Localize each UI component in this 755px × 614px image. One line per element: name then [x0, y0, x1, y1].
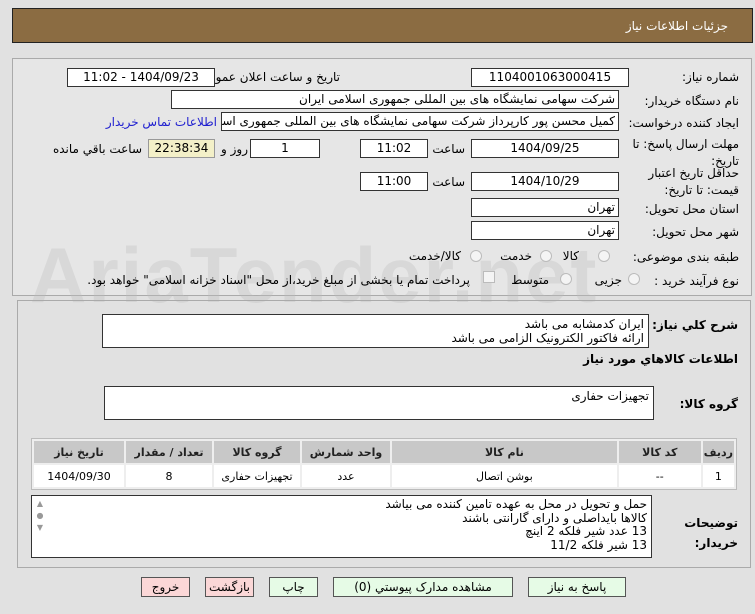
cell-unit: عدد: [302, 465, 390, 487]
notes-line: کالاها بایداصلی و دارای گارانتی باشند: [462, 510, 647, 525]
view-attachments-button[interactable]: مشاهده مدارک پیوستي (0): [333, 577, 513, 597]
cell-date: 1404/09/30: [34, 465, 124, 487]
notes-line: حمل و تحویل در محل به عهده تامین کننده م…: [385, 497, 647, 511]
col-name: نام کالا: [392, 441, 617, 463]
province-label: استان محل تحویل:: [644, 202, 739, 216]
city-field[interactable]: تهران: [471, 221, 619, 240]
buyer-contact-link[interactable]: اطلاعات تماس خریدار: [106, 115, 217, 129]
description-line: ارائه فاکتور الکترونیک الزامی می باشد: [451, 331, 644, 345]
deadline-date-field[interactable]: 1404/09/25: [471, 139, 619, 158]
col-group: گروه کالا: [214, 441, 300, 463]
goods-group-textarea[interactable]: تجهیزات حفاری: [104, 386, 654, 420]
exit-button[interactable]: خروج: [141, 577, 190, 597]
announce-field[interactable]: 1404/09/23 - 11:02: [67, 68, 215, 87]
reply-button[interactable]: پاسخ به نیاز: [528, 577, 626, 597]
need-number-field[interactable]: 1104001063000415: [471, 68, 629, 87]
goods-group-label: گروه کالا:: [679, 397, 738, 411]
cell-code: --: [618, 465, 701, 487]
goods-table-wrap: ردیف کد کالا نام کالا واحد شمارش گروه کا…: [31, 438, 737, 490]
process-option-medium: متوسط: [511, 273, 549, 287]
category-option-both: کالا/خدمت: [408, 249, 461, 263]
category-label: طبقه بندی موضوعی:: [632, 250, 739, 264]
validity-time-field[interactable]: 11:00: [360, 172, 428, 191]
validity-label: حداقل تاریخ اعتبار قیمت: تا تاریخ:: [648, 166, 739, 197]
validity-time-label: ساعت: [432, 175, 465, 189]
deadline-time-field[interactable]: 11:02: [360, 139, 428, 158]
cell-qty: 8: [126, 465, 212, 487]
table-row: 1 -- بوشن اتصال عدد تجهیزات حفاری 8 1404…: [34, 465, 734, 487]
category-radio-service[interactable]: [540, 250, 552, 262]
creator-label: ایجاد کننده درخواست:: [628, 116, 739, 130]
cell-name: بوشن اتصال: [392, 465, 617, 487]
category-radio-goods[interactable]: [598, 250, 610, 262]
process-radio-minor[interactable]: [628, 273, 640, 285]
cell-row: 1: [702, 465, 734, 487]
description-line: ایران کدمشابه می باشد: [524, 317, 644, 331]
notes-scrollbar[interactable]: ▲ ● ▼: [34, 498, 46, 538]
cell-group: تجهیزات حفاری: [214, 465, 300, 487]
description-textarea[interactable]: ایران کدمشابه می باشد ارائه فاکتور الکتر…: [102, 314, 649, 348]
print-button[interactable]: چاپ: [269, 577, 318, 597]
col-unit: واحد شمارش: [302, 441, 390, 463]
need-number-label: شماره نیاز:: [682, 70, 739, 84]
remaining-time-field: 22:38:34: [148, 139, 215, 158]
process-option-minor: جزیی: [594, 273, 622, 287]
page-header: جزئيات اطلاعات نیاز: [12, 8, 753, 43]
days-label: روز و: [221, 142, 248, 156]
notes-line: 13 شیر فلکه 11/2: [550, 537, 647, 552]
province-field[interactable]: تهران: [471, 198, 619, 217]
city-label: شهر محل تحویل:: [652, 225, 739, 239]
notes-textarea[interactable]: حمل و تحویل در محل به عهده تامین کننده م…: [31, 495, 652, 558]
page-title: جزئيات اطلاعات نیاز: [625, 19, 728, 33]
description-label: شرح کلي نیاز:: [652, 318, 738, 332]
buyer-label: نام دستگاه خریدار:: [644, 94, 740, 108]
deadline-time-label: ساعت: [432, 142, 465, 156]
col-date: تاریخ نیاز: [34, 441, 124, 463]
goods-table: ردیف کد کالا نام کالا واحد شمارش گروه کا…: [32, 439, 736, 489]
col-qty: تعداد / مقدار: [126, 441, 212, 463]
remaining-label: ساعت باقي مانده: [52, 142, 142, 156]
category-option-service: خدمت: [500, 249, 532, 263]
notes-label: توضیحات خریدار:: [684, 516, 738, 550]
process-radio-medium[interactable]: [560, 273, 572, 285]
col-row: ردیف: [702, 441, 734, 463]
col-code: کد کالا: [618, 441, 701, 463]
process-label: نوع فرآیند خرید :: [654, 274, 739, 288]
back-button[interactable]: بازگشت: [205, 577, 254, 597]
treasury-checkbox[interactable]: [483, 271, 495, 283]
payment-note: پرداخت تمام یا بخشی از مبلغ خرید،از محل …: [87, 273, 470, 287]
creator-field[interactable]: کمیل محسن پور کارپرداز شرکت سهامی نمایشگ…: [221, 112, 619, 131]
category-radio-both[interactable]: [470, 250, 482, 262]
announce-label: تاریخ و ساعت اعلان عمومی:: [195, 70, 340, 84]
buyer-field[interactable]: شرکت سهامی نمایشگاه های بین المللی جمهور…: [171, 90, 619, 109]
category-option-goods: کالا: [562, 249, 579, 263]
days-field[interactable]: 1: [250, 139, 320, 158]
validity-date-field[interactable]: 1404/10/29: [471, 172, 619, 191]
notes-line: 13 عدد شیر فلکه 2 اینچ: [525, 524, 647, 538]
goods-section-title: اطلاعات کالاهاي مورد نیاز: [583, 352, 738, 366]
